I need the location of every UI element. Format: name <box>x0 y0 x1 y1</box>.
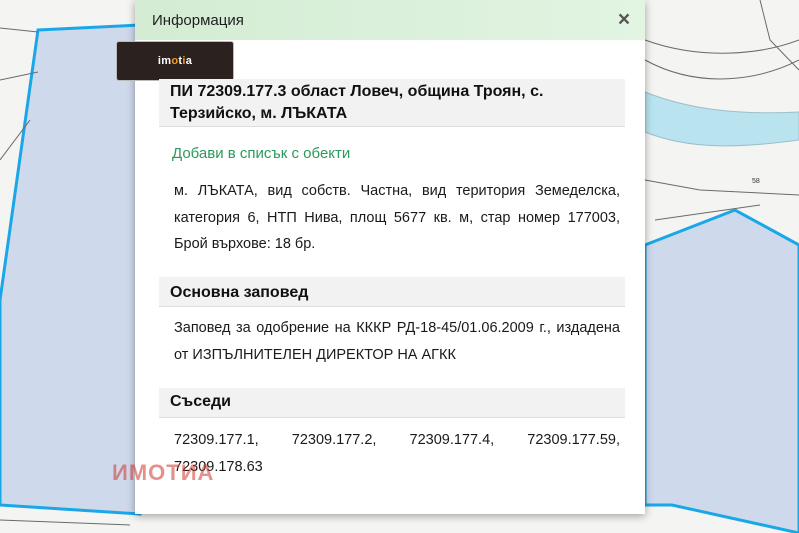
close-icon[interactable]: × <box>613 9 635 31</box>
imotia-logo: im o t i a <box>117 42 233 80</box>
popup-title: Информация <box>152 12 244 29</box>
add-to-list-link[interactable]: Добави в списък с обекти <box>172 145 350 162</box>
popup-header: Информация × <box>135 0 645 40</box>
neighbors-list: 72309.177.1, 72309.177.2, 72309.177.4, 7… <box>174 432 620 475</box>
parcel-right[interactable] <box>643 208 799 533</box>
parcel-number-label: 58 <box>752 178 760 185</box>
neighbors-heading: Съседи <box>159 388 625 418</box>
watermark: ИМОТИА <box>112 460 215 485</box>
order-text: Заповед за одобрение на КККР РД-18-45/01… <box>174 320 620 363</box>
parcel-description: м. ЛЪКАТА, вид собств. Частна, вид терит… <box>174 183 620 252</box>
parcel-title: ПИ 72309.177.3 област Ловеч, община Троя… <box>159 79 625 127</box>
order-heading: Основна заповед <box>159 277 625 307</box>
